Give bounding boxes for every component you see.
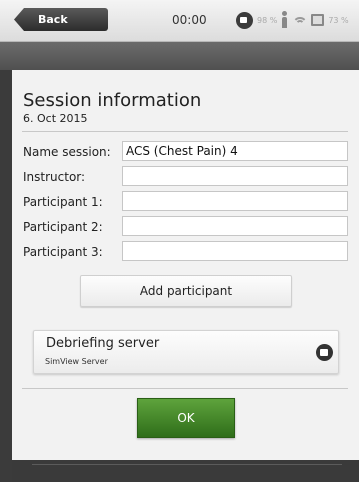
battery-percent-left: 98 % <box>257 15 278 25</box>
participant-3-label: Participant 3: <box>23 245 103 259</box>
person-icon <box>281 11 288 29</box>
session-date: 6. Oct 2015 <box>23 112 88 125</box>
camera-icon <box>316 344 333 361</box>
divider <box>22 131 348 132</box>
participant-1-input[interactable] <box>122 191 348 211</box>
add-participant-button[interactable]: Add participant <box>80 275 292 307</box>
divider <box>22 388 348 389</box>
status-bar: Back 00:00 98 % 73 % <box>0 0 359 42</box>
name-session-label: Name session: <box>23 145 111 159</box>
battery-icon <box>311 14 325 26</box>
debriefing-server-selector[interactable]: Debriefing server SimView Server <box>33 330 339 374</box>
dialog-title: Session information <box>23 90 202 111</box>
instructor-label: Instructor: <box>23 170 86 184</box>
participant-2-label: Participant 2: <box>23 220 103 234</box>
camera-icon <box>236 11 253 29</box>
server-title: Debriefing server <box>46 336 160 351</box>
instructor-input[interactable] <box>122 166 348 186</box>
battery-percent-right: 73 % <box>328 15 349 25</box>
ok-button[interactable]: OK <box>137 398 235 438</box>
participant-3-input[interactable] <box>122 241 348 261</box>
participant-2-input[interactable] <box>122 216 348 236</box>
session-dialog: Session information 6. Oct 2015 Name ses… <box>12 70 359 460</box>
name-session-input[interactable]: ACS (Chest Pain) 4 <box>122 141 348 161</box>
wifi-icon <box>292 14 308 26</box>
bottom-bar <box>12 460 359 482</box>
participant-1-label: Participant 1: <box>23 195 103 209</box>
clock: 00:00 <box>172 13 207 27</box>
server-name: SimView Server <box>45 357 108 366</box>
left-edge <box>0 70 12 482</box>
divider <box>32 464 342 465</box>
back-button[interactable]: Back <box>14 8 108 31</box>
header-band <box>0 42 359 70</box>
status-icons: 98 % 73 % <box>236 10 349 30</box>
